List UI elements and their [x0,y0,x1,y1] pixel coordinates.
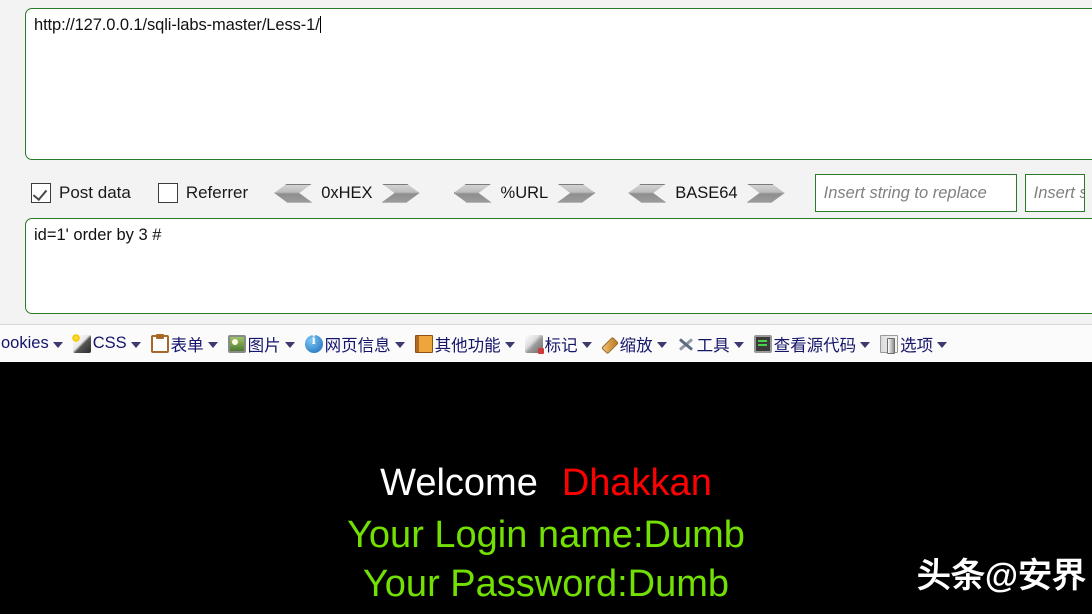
chevron-down-icon [130,342,141,348]
menu-item-tools-label: 工具 [696,336,730,355]
menu-item-tools[interactable]: 工具 [672,330,749,358]
chevron-down-icon [656,342,667,348]
menu-item-css[interactable]: CSS [68,330,146,358]
page-content-area: Welcome Dhakkan Your Login name:Dumb Your… [0,362,1092,614]
menu-item-mark[interactable]: 标记 [520,330,597,358]
pencil-icon [524,334,544,354]
replace-with-placeholder: Insert string to replace with [1033,183,1084,202]
wand-icon [71,333,91,353]
menu-item-images-label: 图片 [247,336,281,355]
url-encoder-label: %URL [500,183,549,202]
switch-icon [880,334,899,354]
postdata-checkbox[interactable] [31,183,51,203]
referrer-checkbox-label: Referrer [185,183,249,202]
url-textarea[interactable]: http://127.0.0.1/sqli-labs-master/Less-1… [25,8,1092,160]
replace-string-input[interactable]: Insert string to replace [814,174,1017,212]
menu-item-view-source[interactable]: 查看源代码 [749,330,876,358]
menu-item-images[interactable]: 图片 [223,330,300,358]
book-icon [414,334,433,353]
base64-encode-chevron-icon[interactable] [746,183,785,203]
clipboard-icon [150,333,169,353]
chevron-down-icon [581,342,592,348]
menu-item-forms[interactable]: 表单 [146,330,223,358]
menu-item-css-label: CSS [92,334,127,352]
hackbar-browser-window: http://127.0.0.1/sqli-labs-master/Less-1… [0,0,1092,614]
developer-toolbar-menubar: ookies CSS 表单 图片 网页信息 其他功能 [0,324,1092,362]
menu-item-other-features-label: 其他功能 [434,336,501,355]
hex-encoder-group[interactable]: 0xHEX [274,183,420,203]
menu-item-mark-label: 标记 [544,336,578,355]
chevron-down-icon [504,342,515,348]
base64-encoder-group[interactable]: BASE64 [628,183,785,203]
screen-icon [753,334,772,353]
replace-with-input[interactable]: Insert string to replace with [1024,174,1085,212]
referrer-checkbox[interactable] [157,183,178,203]
url-value: http://127.0.0.1/sqli-labs-master/Less-1… [34,16,320,34]
hex-encoder-label: 0xHEX [321,183,373,202]
watermark-text: 头条@安界 [916,557,1086,595]
welcome-line: Welcome Dhakkan [0,462,1092,505]
info-icon [304,333,323,353]
hackbar-panel: http://127.0.0.1/sqli-labs-master/Less-1… [0,0,1092,322]
menu-item-forms-label: 表单 [170,336,204,355]
url-encode-chevron-icon[interactable] [557,183,596,203]
chevron-down-icon [394,342,405,348]
menu-item-other-features[interactable]: 其他功能 [410,330,520,358]
chevron-down-icon [284,342,295,348]
menu-item-view-source-label: 查看源代码 [773,336,857,355]
base64-decode-chevron-icon[interactable] [628,183,667,203]
post-data-value: id=1' order by 3 # [34,226,162,244]
url-decode-chevron-icon[interactable] [453,183,492,203]
chevron-down-icon [860,342,871,348]
menu-item-cookies-label: ookies [1,334,49,352]
menu-item-options-label: 选项 [900,336,934,355]
base64-encoder-label: BASE64 [675,183,738,202]
page-content-inner: Welcome Dhakkan Your Login name:Dumb Your… [0,362,1092,614]
hex-encode-chevron-icon[interactable] [381,183,420,203]
chevron-down-icon [207,342,218,348]
menu-item-page-info-label: 网页信息 [324,336,391,355]
menu-item-cookies[interactable]: ookies [0,330,68,358]
chevron-down-icon [52,342,63,348]
postdata-checkbox-group[interactable]: Post data [31,183,131,203]
url-encoder-group[interactable]: %URL [453,183,596,203]
text-caret [319,16,321,33]
chevron-down-icon [733,342,744,348]
url-text-content: http://127.0.0.1/sqli-labs-master/Less-1… [34,15,1091,35]
postdata-checkbox-label: Post data [59,183,131,202]
welcome-text: Welcome [380,462,538,504]
hex-decode-chevron-icon[interactable] [274,183,313,203]
post-data-textarea[interactable]: id=1' order by 3 # [25,218,1092,314]
menu-item-zoom-label: 缩放 [619,336,653,355]
photo-icon [227,334,246,353]
welcome-username: Dhakkan [561,462,712,504]
replace-string-placeholder: Insert string to replace [823,183,987,202]
menu-item-zoom[interactable]: 缩放 [597,330,672,358]
ruler-icon [600,336,619,355]
chevron-down-icon [937,342,948,348]
hackbar-options-row: Post data Referrer 0xHEX %URL BASE64 Ins… [0,172,1092,214]
menu-item-options[interactable]: 选项 [875,330,952,358]
referrer-checkbox-group[interactable]: Referrer [157,183,249,203]
menu-item-page-info[interactable]: 网页信息 [300,330,410,358]
tools-icon [677,335,695,353]
